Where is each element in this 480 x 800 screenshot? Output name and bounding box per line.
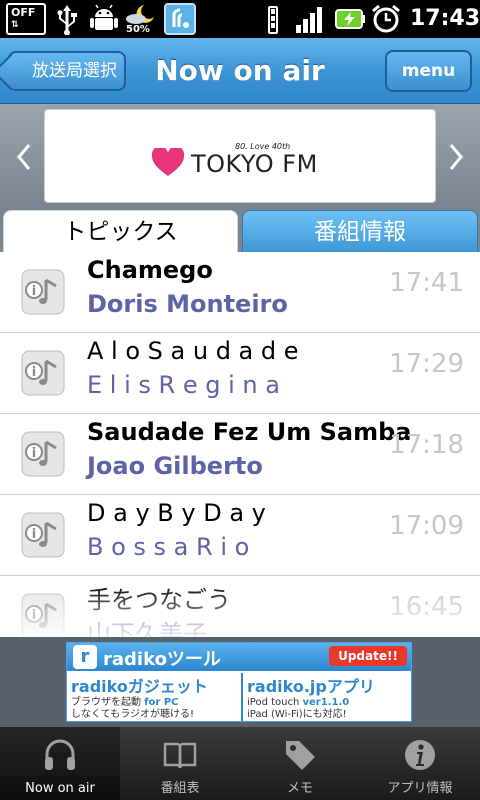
station-name: TOKYO FM	[191, 150, 318, 178]
alarm-icon	[372, 4, 400, 33]
song-title: 手をつなごう	[87, 586, 231, 614]
song-title: Chamego	[87, 256, 213, 284]
song-artist: E l i s R e g i n a	[87, 371, 280, 399]
update-badge: Update!!	[329, 646, 407, 666]
android-debug-icon	[90, 4, 118, 30]
list-item[interactable]: i A l o S a u d a d e E l i s R e g i n …	[0, 333, 480, 414]
wifi-icon	[268, 6, 278, 34]
info-icon	[405, 740, 435, 770]
ad-area: r radikoツール Update!! radikoガジェット ブラウザを起動…	[0, 637, 480, 727]
ad-gadget-title: radikoガジェット	[71, 677, 208, 696]
bottom-nav: Now on air 番組表 メモ アプリ情報	[0, 727, 480, 800]
nav-memo[interactable]: メモ	[240, 727, 360, 800]
svg-text:i: i	[32, 527, 36, 542]
song-title: D a y B y D a y	[87, 499, 266, 527]
menu-button[interactable]: menu	[385, 50, 472, 92]
music-note-icon: i	[21, 269, 65, 315]
ad-app-desc-2: iPad (Wi-Fi)にも対応!	[247, 709, 347, 720]
data-off-label: OFF	[11, 6, 36, 19]
ad-title: radikoツール	[103, 649, 221, 670]
usb-icon	[57, 5, 77, 35]
ad-gadget-desc-1: ブラウザを起動	[71, 697, 141, 708]
ad-app-desc-1: iPod touch	[247, 697, 300, 708]
svg-text:i: i	[32, 284, 36, 299]
tab-topics[interactable]: トピックス	[3, 210, 238, 252]
list-item[interactable]: i D a y B y D a y B o s s a R i o 17:09	[0, 495, 480, 576]
music-note-icon: i	[21, 350, 65, 396]
book-icon	[163, 742, 197, 769]
battery-charging-icon	[335, 9, 365, 29]
tab-bar: トピックス 番組情報	[0, 208, 480, 252]
nav-now-label: Now on air	[25, 781, 95, 796]
status-bar: OFF ⇅ 50% 17:43	[0, 0, 480, 38]
nav-program-label: 番組表	[160, 781, 200, 796]
song-artist: Joao Gilberto	[87, 452, 263, 480]
song-time: 17:18	[389, 430, 464, 460]
nav-now-on-air[interactable]: Now on air	[0, 727, 120, 800]
svg-text:i: i	[32, 365, 36, 380]
nav-app-info[interactable]: アプリ情報	[360, 727, 480, 800]
radiko-notification-icon	[164, 3, 196, 35]
song-time: 16:45	[389, 592, 464, 622]
tag-icon	[286, 741, 315, 770]
music-note-icon: i	[21, 593, 65, 637]
list-item[interactable]: i Chamego Doris Monteiro 17:41	[0, 252, 480, 333]
nav-app-info-label: アプリ情報	[387, 781, 453, 796]
station-select-button[interactable]: 放送局選択	[8, 51, 126, 91]
music-note-icon: i	[21, 431, 65, 477]
nav-program-guide[interactable]: 番組表	[120, 727, 240, 800]
station-selector: 80. Love 40th TOKYO FM	[0, 104, 480, 208]
ad-for-pc: for PC	[144, 697, 179, 708]
app-header: 放送局選択 Now on air menu	[0, 38, 480, 104]
song-time: 17:41	[389, 268, 464, 298]
tab-program-info[interactable]: 番組情報	[242, 210, 478, 252]
heart-icon	[151, 148, 185, 176]
next-station-arrow-icon[interactable]	[444, 140, 468, 174]
nav-memo-label: メモ	[286, 781, 313, 796]
song-list: i Chamego Doris Monteiro 17:41 i A l o S…	[0, 252, 480, 637]
weather-percent: 50%	[126, 24, 150, 35]
ad-banner[interactable]: r radikoツール Update!! radikoガジェット ブラウザを起動…	[66, 642, 412, 722]
clock: 17:43	[410, 6, 480, 31]
signal-icon	[296, 7, 322, 33]
song-time: 17:29	[389, 349, 464, 379]
ad-app-version: ver1.1.0	[302, 697, 350, 708]
song-title: Saudade Fez Um Samba	[87, 418, 412, 446]
music-note-icon: i	[21, 512, 65, 558]
list-item[interactable]: i 手をつなごう 山下久美子 16:45	[0, 576, 480, 637]
station-select-label: 放送局選択	[32, 61, 117, 81]
song-artist: 山下久美子	[87, 620, 207, 637]
radiko-logo-icon: r	[73, 645, 97, 669]
song-time: 17:09	[389, 511, 464, 541]
weather-icon: 50%	[124, 3, 160, 35]
svg-text:i: i	[32, 446, 36, 461]
svg-text:i: i	[32, 608, 36, 623]
song-title: A l o S a u d a d e	[87, 337, 299, 365]
list-item[interactable]: i Saudade Fez Um Samba Joao Gilberto 17:…	[0, 414, 480, 495]
station-logo[interactable]: 80. Love 40th TOKYO FM	[44, 109, 436, 203]
ad-header: r radikoツール Update!!	[67, 643, 411, 671]
song-artist: B o s s a R i o	[87, 533, 250, 561]
data-off-icon: OFF ⇅	[6, 3, 46, 35]
ad-gadget-desc-2: しなくてもラジオが聴ける!	[71, 709, 195, 720]
song-artist: Doris Monteiro	[87, 290, 288, 318]
page-title: Now on air	[155, 54, 325, 87]
headphones-icon	[45, 739, 75, 770]
ad-app-title: radiko.jpアプリ	[247, 677, 375, 696]
ad-gadget-section: radikoガジェット ブラウザを起動 for PC しなくてもラジオが聴ける!	[71, 673, 237, 721]
prev-station-arrow-icon[interactable]	[12, 140, 36, 174]
ad-app-section: radiko.jpアプリ iPod touch ver1.1.0 iPad (W…	[241, 673, 409, 721]
